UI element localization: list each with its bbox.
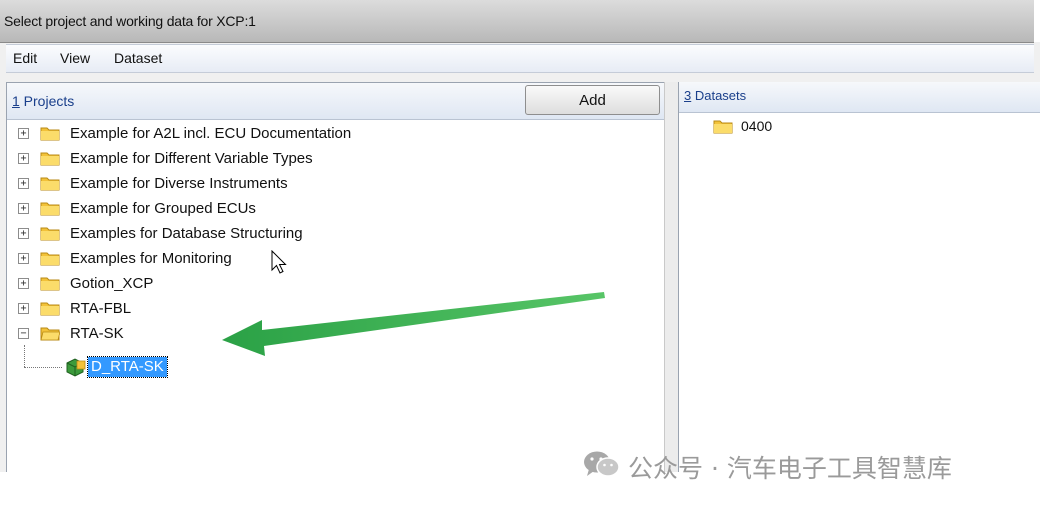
dataset-item[interactable]: 0400	[713, 116, 913, 138]
tree-item-selected-working-data[interactable]: D_RTA-SK	[65, 356, 265, 379]
mouse-cursor-icon	[271, 250, 287, 274]
add-button[interactable]: Add	[525, 85, 660, 115]
folder-open-icon	[40, 327, 60, 341]
folder-icon	[40, 177, 60, 191]
expand-icon[interactable]: +	[18, 278, 29, 289]
tree-item-label: RTA-FBL	[70, 300, 132, 317]
tree-item-label: Examples for Monitoring	[70, 250, 232, 267]
folder-icon	[40, 227, 60, 241]
expand-icon[interactable]: +	[18, 153, 29, 164]
folder-icon	[713, 120, 733, 134]
green-project-icon	[66, 358, 86, 377]
projects-header-label: 1 Projects	[12, 93, 75, 109]
dataset-label: 0400	[741, 118, 773, 134]
tree-item-label: Examples for Database Structuring	[70, 225, 303, 242]
selected-item-label: D_RTA-SK	[87, 356, 168, 378]
expand-icon[interactable]: +	[18, 253, 29, 264]
dialog-window: Select project and working data for XCP:…	[0, 0, 1040, 472]
menu-edit[interactable]: Edit	[13, 50, 37, 66]
expand-icon[interactable]: +	[18, 128, 29, 139]
tree-item-project[interactable]: + Examples for Database Structuring	[15, 223, 615, 245]
expand-icon[interactable]: +	[18, 203, 29, 214]
folder-icon	[40, 277, 60, 291]
menu-dataset[interactable]: Dataset	[114, 50, 162, 66]
projects-panel: 1 Projects Add + Example for A2L incl. E…	[6, 82, 666, 472]
projects-header: 1 Projects Add	[7, 83, 665, 120]
project-tree[interactable]: + Example for A2L incl. ECU Documentatio…	[7, 121, 665, 472]
panel-splitter[interactable]	[664, 82, 679, 472]
window-title: Select project and working data for XCP:…	[4, 13, 256, 29]
tree-item-label: Gotion_XCP	[70, 275, 154, 292]
tree-item-project[interactable]: + Example for Diverse Instruments	[15, 173, 615, 195]
folder-icon	[40, 202, 60, 216]
tree-connector-line	[24, 345, 25, 367]
wechat-icon	[584, 451, 620, 477]
watermark-text: 公众号 · 汽车电子工具智慧库	[628, 454, 952, 483]
tree-item-project[interactable]: + Example for A2L incl. ECU Documentatio…	[15, 123, 615, 145]
menu-bar: Edit View Dataset	[6, 44, 1034, 73]
expand-icon[interactable]: +	[18, 178, 29, 189]
folder-icon	[40, 127, 60, 141]
tree-item-label: Example for Different Variable Types	[70, 150, 313, 167]
folder-icon	[40, 152, 60, 166]
tree-item-label: RTA-SK	[70, 325, 124, 342]
tree-item-project[interactable]: + Gotion_XCP	[15, 273, 615, 295]
collapse-icon[interactable]: −	[18, 328, 29, 339]
tree-item-project[interactable]: + Example for Different Variable Types	[15, 148, 615, 170]
tree-item-project[interactable]: + RTA-FBL	[15, 298, 615, 320]
datasets-header: 3 Datasets	[679, 82, 1040, 113]
expand-icon[interactable]: +	[18, 228, 29, 239]
title-bar[interactable]: Select project and working data for XCP:…	[0, 0, 1034, 43]
expand-icon[interactable]: +	[18, 303, 29, 314]
tree-connector-line	[24, 367, 62, 368]
folder-icon	[40, 302, 60, 316]
tree-item-project[interactable]: + Example for Grouped ECUs	[15, 198, 615, 220]
datasets-panel: 3 Datasets 0400	[678, 82, 1040, 472]
menu-view[interactable]: View	[60, 50, 90, 66]
tree-item-label: Example for A2L incl. ECU Documentation	[70, 125, 352, 142]
tree-item-label: Example for Diverse Instruments	[70, 175, 288, 192]
tree-item-label: Example for Grouped ECUs	[70, 200, 256, 217]
folder-icon	[40, 252, 60, 266]
tree-item-project[interactable]: + Examples for Monitoring	[15, 248, 615, 270]
datasets-header-label: 3 Datasets	[684, 88, 747, 103]
tree-item-project-expanded[interactable]: − RTA-SK	[15, 323, 615, 345]
